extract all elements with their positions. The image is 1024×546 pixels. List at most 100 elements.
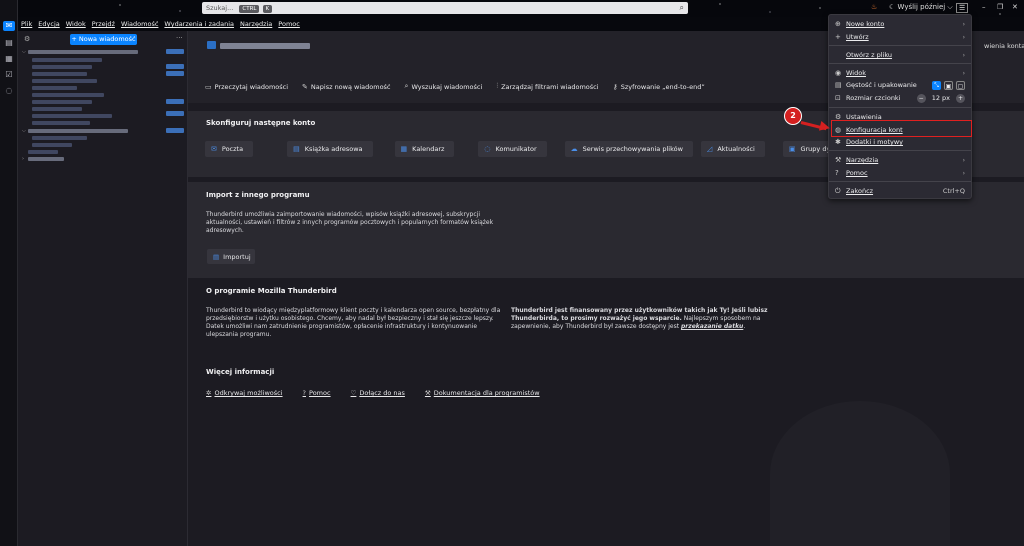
address-book-icon[interactable]: ▤ bbox=[3, 38, 15, 48]
mail-account-button[interactable]: ✉ Poczta bbox=[205, 141, 254, 157]
menu-create[interactable]: + Utwórz › bbox=[829, 31, 971, 43]
pane-settings-icon[interactable]: ⚙ bbox=[24, 35, 30, 43]
menu-addons[interactable]: ✱ Dodatki i motywy bbox=[829, 136, 971, 148]
power-icon: ⏻ bbox=[835, 186, 841, 195]
folder-tree-item[interactable] bbox=[32, 105, 82, 112]
density-normal-button[interactable]: ▣ bbox=[944, 80, 953, 90]
menu-file[interactable]: Plik bbox=[21, 20, 32, 28]
involved-link[interactable]: ♡ Dołącz do nas bbox=[351, 389, 405, 397]
account-type-buttons: ✉ Poczta ▤ Książka adresowa ▦ Kalendarz ◌ Ko… bbox=[205, 141, 841, 157]
menubar: Plik Edycja Widok Przejdź Wiadomość Wyda… bbox=[18, 17, 828, 31]
folder-tree-item[interactable] bbox=[32, 119, 90, 126]
donate-link[interactable]: przekazanie datku bbox=[681, 323, 743, 330]
folder-tree-item[interactable] bbox=[32, 56, 102, 63]
folder-tree-item[interactable] bbox=[28, 148, 58, 155]
menu-quit[interactable]: ⏻ Zakończ Ctrl+Q bbox=[829, 185, 971, 197]
account-actions: ▭ Przeczytaj wiadomości ✎ Napisz nową wiad… bbox=[205, 82, 705, 91]
chat-button[interactable]: ◌ Komunikator bbox=[478, 141, 547, 157]
unread-badge bbox=[166, 99, 184, 104]
explore-link[interactable]: ✲ Odkrywaj możliwości bbox=[206, 389, 283, 397]
menu-tools[interactable]: ⚒ Narzędzia › bbox=[829, 154, 971, 166]
import-button[interactable]: ▤ Importuj bbox=[207, 249, 255, 264]
annotation-highlight-box bbox=[831, 120, 972, 137]
menu-help[interactable]: ? Pomoc › bbox=[829, 167, 971, 179]
more-options-icon[interactable]: ··· bbox=[176, 34, 183, 42]
menu-go[interactable]: Przejdź bbox=[92, 20, 115, 28]
density-touch-button[interactable]: ▢ bbox=[956, 80, 965, 90]
send-later-button[interactable]: ☾ Wyślij później ⌵ bbox=[889, 3, 953, 12]
font-increase-button[interactable]: + bbox=[956, 93, 965, 103]
folder-tree-item[interactable]: › bbox=[22, 155, 64, 162]
key-icon: ⚷ bbox=[612, 82, 618, 91]
folder-tree-item[interactable]: ⌵ bbox=[22, 127, 128, 134]
folder-pane: ⚙ + Nowa wiadomość ··· ⌵ ⌵ › bbox=[18, 31, 188, 546]
close-button[interactable]: ✕ bbox=[1012, 3, 1018, 11]
folder-tree-item[interactable] bbox=[32, 77, 97, 84]
account-settings-link[interactable]: wienia konta bbox=[984, 42, 1024, 50]
folder-tree-item[interactable] bbox=[32, 63, 92, 70]
wrench-icon: ⚒ bbox=[424, 389, 431, 397]
rss-icon: ◿ bbox=[706, 145, 713, 153]
search-placeholder: Szukaj... bbox=[206, 4, 234, 12]
puzzle-icon: ✱ bbox=[835, 138, 841, 146]
e2e-encryption-action[interactable]: ⚷ Szyfrowanie „end-to-end” bbox=[613, 82, 705, 91]
menu-edit[interactable]: Edycja bbox=[38, 20, 59, 28]
new-message-button[interactable]: + Nowa wiadomość bbox=[70, 34, 137, 45]
import-text: Thunderbird umożliwia zaimportowanie wia… bbox=[206, 211, 494, 234]
help-icon: ? bbox=[302, 389, 306, 397]
density-icon: ▤ bbox=[835, 81, 842, 89]
font-decrease-button[interactable]: − bbox=[916, 93, 926, 103]
account-title bbox=[220, 43, 310, 49]
address-book-button[interactable]: ▤ Książka adresowa bbox=[287, 141, 373, 157]
developer-docs-link[interactable]: ⚒ Dokumentacja dla programistów bbox=[425, 389, 540, 397]
filters-action[interactable]: ⫶ Zarządzaj filtrami wiadomości bbox=[496, 82, 598, 91]
filelink-button[interactable]: ☁ Serwis przechowywania plików bbox=[564, 141, 693, 157]
search-input[interactable]: Szukaj... CTRL K ⌕ bbox=[202, 2, 688, 14]
menu-message[interactable]: Wiadomość bbox=[121, 20, 158, 28]
mail-icon: ✉ bbox=[211, 145, 217, 153]
chevron-right-icon: › bbox=[962, 69, 965, 77]
calendar-button[interactable]: ▦ Kalendarz bbox=[394, 141, 455, 157]
menu-events-tasks[interactable]: Wydarzenia i zadania bbox=[164, 20, 234, 28]
folder-tree-item[interactable] bbox=[32, 91, 104, 98]
menu-tools[interactable]: Narzędzia bbox=[240, 20, 272, 28]
folder-tree-item[interactable] bbox=[32, 134, 87, 141]
menu-separator bbox=[829, 45, 971, 46]
menu-separator bbox=[829, 107, 971, 108]
menu-new-account[interactable]: ⊕ Nowe konto › bbox=[829, 18, 971, 30]
menu-view[interactable]: ◉ Widok › bbox=[829, 67, 971, 79]
folder-tree-item[interactable]: ⌵ bbox=[22, 48, 138, 55]
menu-help[interactable]: Pomoc bbox=[278, 20, 300, 28]
heart-icon: ♡ bbox=[350, 389, 357, 397]
font-size-value: 12 px bbox=[931, 94, 950, 102]
calendar-icon[interactable]: ▦ bbox=[3, 54, 15, 64]
pencil-icon: ✎ bbox=[302, 82, 308, 91]
cloud-icon: ☁ bbox=[570, 145, 578, 153]
folder-tree-item[interactable] bbox=[32, 70, 87, 77]
maximize-button[interactable]: ❐ bbox=[997, 3, 1003, 11]
chevron-right-icon: › bbox=[962, 51, 965, 59]
folder-tree-item[interactable] bbox=[32, 84, 77, 91]
chat-icon[interactable]: ◌ bbox=[3, 86, 15, 96]
density-compact-button[interactable]: ⤡ bbox=[932, 80, 941, 90]
read-messages-action[interactable]: ▭ Przeczytaj wiadomości bbox=[205, 82, 288, 91]
about-text: Thunderbird to wiodący międzyplatformowy… bbox=[206, 307, 501, 338]
feeds-button[interactable]: ◿ Aktualności bbox=[700, 141, 765, 157]
menu-view[interactable]: Widok bbox=[66, 20, 86, 28]
app-menu-button[interactable]: ☰ bbox=[956, 3, 969, 13]
wrench-icon: ⚒ bbox=[835, 156, 842, 164]
menu-open-file[interactable]: Otwórz z pliku › bbox=[829, 49, 971, 61]
folder-tree-item[interactable] bbox=[32, 141, 72, 148]
search-icon: ⌕ bbox=[404, 82, 409, 90]
import-icon: ▤ bbox=[213, 252, 220, 261]
menu-separator bbox=[829, 181, 971, 182]
search-messages-action[interactable]: ⌕ Wyszukaj wiadomości bbox=[405, 82, 483, 91]
folder-tree-item[interactable] bbox=[32, 112, 112, 119]
minimize-button[interactable]: – bbox=[982, 3, 986, 11]
tasks-icon[interactable]: ☑ bbox=[3, 70, 15, 80]
support-link[interactable]: ? Pomoc bbox=[303, 389, 331, 397]
menu-font-size: ⊡ Rozmiar czcionki − 12 px + bbox=[835, 93, 965, 103]
folder-tree-item[interactable] bbox=[32, 98, 92, 105]
compose-action[interactable]: ✎ Napisz nową wiadomość bbox=[302, 82, 390, 91]
mail-space-icon[interactable]: ✉ bbox=[3, 21, 15, 31]
